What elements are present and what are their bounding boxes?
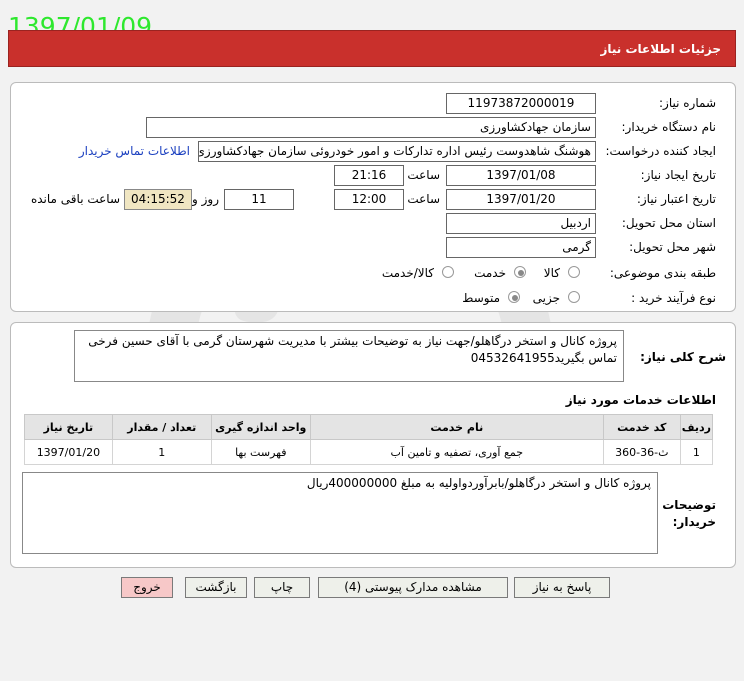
requester-label: ایجاد کننده درخواست: [605,144,716,158]
category-label: طبقه بندی موضوعی: [609,266,716,280]
col-row: ردیف [679,414,714,440]
buyer-org-label: نام دستگاه خریدار: [621,120,717,134]
buyer-notes-label-2: خریدار: [672,515,716,529]
summary-textarea[interactable]: پروژه کانال و استخر درگاهلو/جهت نیاز به … [74,330,624,382]
cell-unit: فهرست بها [210,439,311,465]
process-radio-minor[interactable] [568,291,580,303]
remaining-time-label: ساعت باقی مانده [30,192,120,206]
remaining-days-field: 11 [224,189,294,210]
services-table-wrap: ردیف کد خدمت نام خدمت واحد اندازه گیری ت… [24,414,714,465]
buyer-contact-link[interactable]: اطلاعات تماس خریدار [79,144,190,158]
cell-quantity: 1 [111,439,212,465]
col-service-code: کد خدمت [602,414,681,440]
col-need-date: تاریخ نیاز [24,414,113,440]
province-label: استان محل تحویل: [621,216,716,230]
city-field: گرمی [446,237,596,258]
validity-time-field: 12:00 [334,189,404,210]
process-option-minor: جزیی [532,291,560,305]
exit-button[interactable]: خروج [121,577,173,598]
attachments-button[interactable]: مشاهده مدارک پیوستی (4) [318,577,508,598]
need-number-label: شماره نیاز: [659,96,716,110]
buyer-notes-text: پروژه کانال و استخر درگاهلو/بابرآوردواول… [306,476,651,490]
table-header-row: ردیف کد خدمت نام خدمت واحد اندازه گیری ت… [24,414,714,440]
created-date-field: 1397/01/08 [446,165,596,186]
summary-text-line2: تماس بگیرید04532641955 [470,351,617,365]
process-type-label: نوع فرآیند خرید : [631,291,716,305]
reply-button[interactable]: پاسخ به نیاز [514,577,610,598]
cell-service-name: جمع آوری، تصفیه و تامین آب [309,439,604,465]
category-option-service: خدمت [474,266,506,280]
category-radio-service[interactable] [514,266,526,278]
remaining-time-field: 04:15:52 [124,189,192,210]
summary-label: شرح کلی نیاز: [640,350,726,364]
col-quantity: تعداد / مقدار [111,414,212,440]
days-and-label: روز و [192,192,219,206]
back-button[interactable]: بازگشت [185,577,247,598]
services-title: اطلاعات خدمات مورد نیاز [565,393,716,407]
validity-date-field: 1397/01/20 [446,189,596,210]
process-radio-medium[interactable] [508,291,520,303]
buyer-notes-label-1: توضیحات [662,498,716,512]
city-label: شهر محل تحویل: [629,240,716,254]
created-time-field: 21:16 [334,165,404,186]
category-radio-goods[interactable] [568,266,580,278]
print-button[interactable]: چاپ [254,577,310,598]
services-table: ردیف کد خدمت نام خدمت واحد اندازه گیری ت… [24,414,714,465]
cell-row: 1 [679,439,714,465]
province-field: اردبیل [446,213,596,234]
need-number-field: 11973872000019 [446,93,596,114]
category-radio-goods-service[interactable] [442,266,454,278]
cell-need-date: 1397/01/20 [24,439,113,465]
validity-time-label: ساعت [407,192,440,206]
col-unit: واحد اندازه گیری [210,414,311,440]
buyer-org-field: سازمان جهادکشاورزی [146,117,596,138]
summary-text-line1: پروژه کانال و استخر درگاهلو/جهت نیاز به … [88,334,617,348]
created-time-label: ساعت [407,168,440,182]
created-date-label: تاریخ ایجاد نیاز: [640,168,716,182]
process-option-medium: متوسط [462,291,500,305]
cell-service-code: ث-36-360 [602,439,681,465]
page-title: جزئیات اطلاعات نیاز [600,42,721,56]
validity-date-label: تاریخ اعتبار نیاز: [636,192,716,206]
requester-field: هوشنگ شاهدوست رئیس اداره تدارکات و امور … [198,141,596,162]
table-row[interactable]: 1 ث-36-360 جمع آوری، تصفیه و تامین آب فه… [24,439,714,465]
category-option-goods: کالا [543,266,560,280]
buyer-notes-textarea[interactable]: پروژه کانال و استخر درگاهلو/بابرآوردواول… [22,472,658,554]
category-option-goods-service: کالا/خدمت [381,266,434,280]
header-bar: جزئیات اطلاعات نیاز [8,30,736,67]
col-service-name: نام خدمت [309,414,604,440]
